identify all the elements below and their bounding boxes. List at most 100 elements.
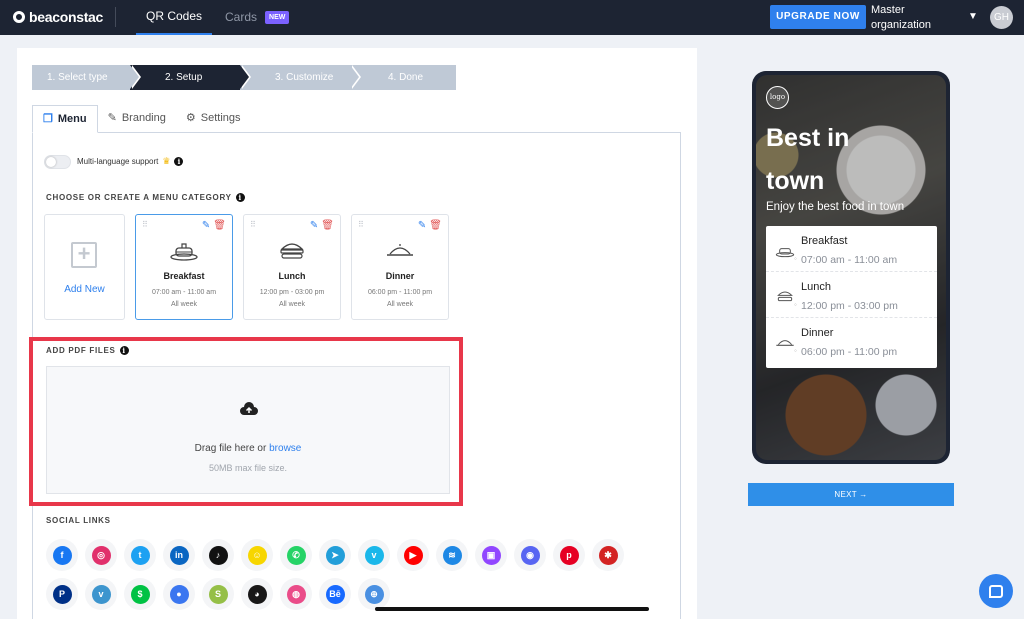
org-line-2: organization [871,19,931,31]
menu-card-time: 07:00 am - 11:00 am [151,289,217,296]
dribbble-icon: ◍ [286,584,306,604]
step-done[interactable]: 4. Done [350,65,456,90]
social-links-title: SOCIAL LINKS [46,516,111,525]
menu-card-dinner[interactable]: ⠿ ✎ 🗑 Dinner 06:00 pm - 11:00 pm All wee… [351,214,449,320]
social-link-button[interactable]: ✱ [592,539,624,571]
youtube-icon: ▶ [403,545,423,565]
menu-card-name: Breakfast [163,271,205,281]
dinner-dish-icon [776,340,794,346]
social-link-button[interactable]: v [358,539,390,571]
social-icon-grid: f ◎ t in ♪ ☺ ✆ ➤ v ▶ ≋ ▣ ◉ p ✱ Pv $ ● S ◕ ◍ Bē ⊕ [46,539,646,610]
social-link-button[interactable]: ≋ [436,539,468,571]
step-customize[interactable]: 3. Customize [240,65,361,90]
burger-icon [777,291,793,302]
preview-logo: logo [766,86,789,109]
social-link-button[interactable]: v [85,578,117,610]
preview-menu-item[interactable]: Lunch 12:00 pm - 03:00 pm [766,272,937,318]
menu-card-lunch[interactable]: ⠿ ✎ 🗑 Lunch 12:00 pm - 03:00 pm All week [243,214,341,320]
tab-branding-label: Branding [121,112,166,124]
brand-logo[interactable]: beaconstac [13,9,103,25]
burger-icon [280,243,304,259]
menu-card-name: Dinner [385,271,415,281]
menu-category-title: CHOOSE OR CREATE A MENU CATEGORY i [46,193,245,202]
tab-branding[interactable]: ✎ Branding [98,105,176,132]
dropzone-size-limit: 50MB max file size. [208,463,288,473]
edit-icon[interactable]: ✎ [418,220,426,231]
user-avatar[interactable]: GH [990,6,1013,29]
step-select-type[interactable]: 1. Select type [32,65,141,90]
nav-qr-codes[interactable]: QR Codes [136,0,212,35]
paypal-icon: P [52,584,72,604]
social-link-button[interactable]: ▣ [475,539,507,571]
next-button[interactable]: NEXT → [748,483,954,506]
menu-card-name: Lunch [278,271,306,281]
edit-icon[interactable]: ✎ [202,220,210,231]
step-setup[interactable]: 2. Setup [130,65,251,90]
vimeo-icon: v [364,545,384,565]
social-link-button[interactable]: S [202,578,234,610]
home-indicator [375,607,649,611]
menu-category-title-text: CHOOSE OR CREATE A MENU CATEGORY [46,193,232,202]
upgrade-now-button[interactable]: UPGRADE NOW [770,5,866,29]
tab-settings[interactable]: ⚙ Settings [176,105,251,132]
info-icon[interactable]: i [174,157,184,166]
social-link-button[interactable]: in [163,539,195,571]
social-link-button[interactable]: ◉ [514,539,546,571]
social-link-button[interactable]: P [46,578,78,610]
social-link-button[interactable]: f [46,539,78,571]
menu-card-time: 12:00 pm - 03:00 pm [259,289,325,296]
social-link-button[interactable]: ➤ [319,539,351,571]
preview-menu-item[interactable]: Dinner 06:00 pm - 11:00 pm [766,318,937,364]
dinner-dish-icon [387,244,413,256]
trash-icon[interactable]: 🗑 [321,220,334,231]
edit-icon[interactable]: ✎ [310,220,318,231]
pdf-dropzone[interactable]: Drag file here or browse 50MB max file s… [46,366,450,494]
social-link-button[interactable]: ✆ [280,539,312,571]
social-link-button[interactable]: ◎ [85,539,117,571]
tab-menu[interactable]: ❐ Menu [32,105,98,133]
card-actions: ✎ 🗑 [202,220,226,231]
multi-language-toggle[interactable] [44,155,71,169]
social-link-button[interactable]: ♪ [202,539,234,571]
shopify-icon: S [208,584,228,604]
info-icon[interactable]: i [235,193,245,202]
chat-support-button[interactable] [979,574,1013,608]
preview-menu-list: Breakfast 07:00 am - 11:00 am Lunch 12:0… [766,226,937,368]
social-link-button[interactable]: Bē [319,578,351,610]
org-line-1: Master [871,4,905,16]
social-link-button[interactable]: ◍ [280,578,312,610]
social-link-button[interactable]: ⊕ [358,578,390,610]
social-link-button[interactable]: t [124,539,156,571]
menu-card-breakfast[interactable]: ⠿ ✎ 🗑 Breakfast 07:00 am - 11:00 am All … [135,214,233,320]
twitter-icon: t [130,545,150,565]
new-badge: NEW [265,11,290,24]
social-link-button[interactable]: ▶ [397,539,429,571]
preview-item-time: 07:00 am - 11:00 am [794,254,897,266]
instagram-icon: ◎ [91,545,111,565]
copy-icon: ❐ [43,112,53,125]
social-link-button[interactable]: $ [124,578,156,610]
multi-language-text: Multi-language support [77,157,159,166]
add-new-menu-card[interactable]: + Add New [44,214,125,320]
tab-menu-label: Menu [57,112,87,125]
drag-handle-icon[interactable]: ⠿ [142,220,148,229]
info-icon[interactable]: i [119,346,129,355]
phone-preview: logo Best in town Enjoy the best food in… [752,71,950,464]
organization-switcher[interactable]: Master organization [871,3,931,33]
social-link-button[interactable]: ◕ [241,578,273,610]
preview-menu-item[interactable]: Breakfast 07:00 am - 11:00 am [766,226,937,272]
drag-handle-icon[interactable]: ⠿ [250,220,256,229]
social-link-button[interactable]: p [553,539,585,571]
trash-icon[interactable]: 🗑 [213,220,226,231]
nav-cards[interactable]: Cards NEW [225,0,290,35]
nav-divider [115,7,116,27]
preview-item-name: Lunch [801,281,831,293]
social-link-button[interactable]: ☺ [241,539,273,571]
trash-icon[interactable]: 🗑 [429,220,442,231]
chevron-down-icon[interactable]: ▼ [968,11,978,22]
drag-handle-icon[interactable]: ⠿ [358,220,364,229]
browse-link[interactable]: browse [269,443,301,454]
pdf-section-title: ADD PDF FILES i [46,346,129,355]
dropzone-instruction: Drag file here or [194,443,267,454]
social-link-button[interactable]: ● [163,578,195,610]
